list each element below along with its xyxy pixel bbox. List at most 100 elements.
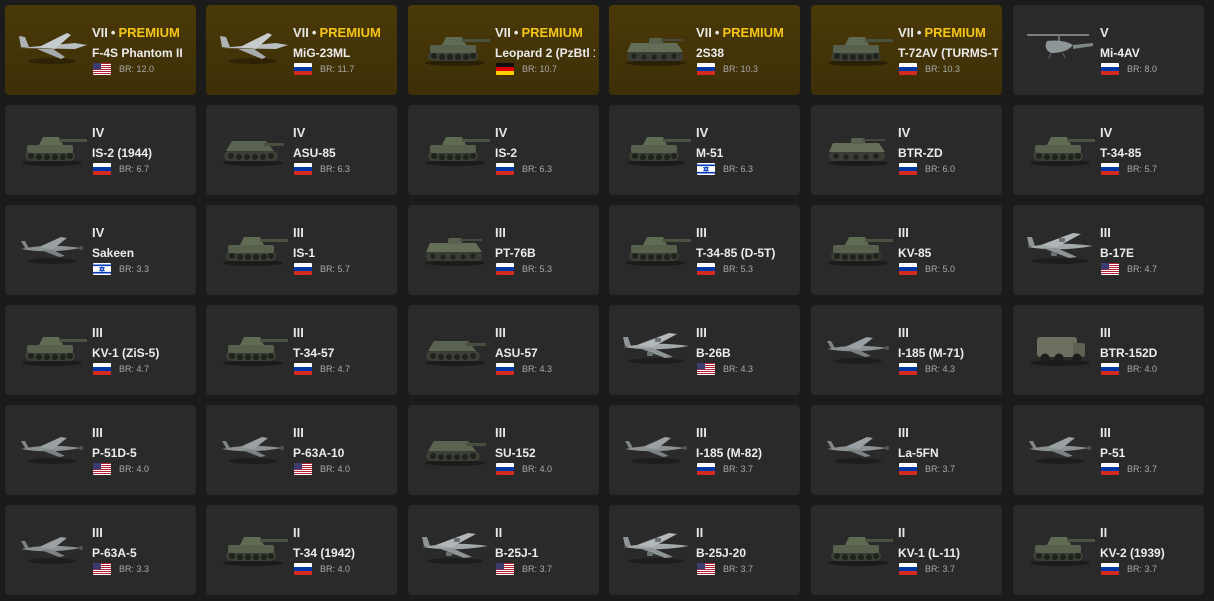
vehicle-card[interactable]: III SU-152 BR: 4.0 xyxy=(408,405,599,495)
vehicle-rank: III xyxy=(696,425,707,440)
vehicle-card[interactable]: II KV-1 (L-11) BR: 3.7 xyxy=(811,505,1002,595)
br-prefix: BR: xyxy=(925,264,941,274)
battle-rating: BR: 5.3 xyxy=(522,264,552,274)
ussr-flag-icon xyxy=(899,563,917,575)
br-value: 4.0 xyxy=(539,464,553,474)
vehicle-card[interactable]: VII • PREMIUM F-4S Phantom II BR: 12.0 xyxy=(5,5,196,95)
rank-numeral: III xyxy=(293,325,304,340)
br-prefix: BR: xyxy=(522,464,538,474)
rank-numeral: IV xyxy=(293,125,306,140)
vehicle-card[interactable]: III IS-1 BR: 5.7 xyxy=(206,205,397,295)
br-value: 11.7 xyxy=(337,64,355,74)
vehicle-card[interactable]: III P-51 BR: 3.7 xyxy=(1013,405,1204,495)
rank-numeral: II xyxy=(293,525,301,540)
ussr-flag-icon xyxy=(1101,163,1119,175)
br-prefix: BR: xyxy=(320,64,336,74)
ussr-flag-icon xyxy=(697,63,715,75)
vehicle-card[interactable]: IV T-34-85 BR: 5.7 xyxy=(1013,105,1204,195)
vehicle-name: T-34-85 xyxy=(1100,146,1142,160)
rank-numeral: III xyxy=(293,425,304,440)
ussr-flag-icon xyxy=(899,263,917,275)
plane-icon xyxy=(15,423,89,469)
premium-label: PREMIUM xyxy=(118,25,180,40)
vehicle-card[interactable]: III P-51D-5 BR: 4.0 xyxy=(5,405,196,495)
vehicle-card[interactable]: III I-185 (M-82) BR: 3.7 xyxy=(609,405,800,495)
vehicle-name: Mi-4AV xyxy=(1100,46,1140,60)
rank-numeral: VII xyxy=(293,25,309,40)
vehicle-rank: III xyxy=(696,325,707,340)
battle-rating: BR: 10.7 xyxy=(522,64,557,74)
vehicle-card[interactable]: III I-185 (M-71) BR: 4.3 xyxy=(811,305,1002,395)
vehicle-card[interactable]: III B-17E BR: 4.7 xyxy=(1013,205,1204,295)
vehicle-card[interactable]: III T-34-57 BR: 4.7 xyxy=(206,305,397,395)
vehicle-name: P-51D-5 xyxy=(92,446,137,460)
br-value: 3.3 xyxy=(136,564,150,574)
vehicle-card[interactable]: V Mi-4AV BR: 8.0 xyxy=(1013,5,1204,95)
vehicle-name: 2S38 xyxy=(696,46,725,60)
rank-numeral: III xyxy=(898,225,909,240)
vehicle-card[interactable]: VII • PREMIUM MiG-23ML BR: 11.7 xyxy=(206,5,397,95)
rank-numeral: III xyxy=(696,325,707,340)
vehicle-card[interactable]: IV M-51 BR: 6.3 xyxy=(609,105,800,195)
plane-icon xyxy=(821,323,895,369)
battle-rating: BR: 3.3 xyxy=(119,264,149,274)
vehicle-card[interactable]: III La-5FN BR: 3.7 xyxy=(811,405,1002,495)
usa-flag-icon xyxy=(93,563,111,575)
vehicle-name: ASU-57 xyxy=(495,346,538,360)
br-prefix: BR: xyxy=(522,364,538,374)
vehicle-card[interactable]: III P-63A-10 BR: 4.0 xyxy=(206,405,397,495)
vehicle-card[interactable]: II B-25J-20 BR: 3.7 xyxy=(609,505,800,595)
vehicle-name: I-185 (M-71) xyxy=(898,346,965,360)
vehicle-card[interactable]: IV ASU-85 BR: 6.3 xyxy=(206,105,397,195)
vehicle-card[interactable]: IV IS-2 (1944) BR: 6.7 xyxy=(5,105,196,195)
ifv-icon xyxy=(619,23,693,69)
vehicle-card[interactable]: III ASU-57 BR: 4.3 xyxy=(408,305,599,395)
battle-rating: BR: 10.3 xyxy=(925,64,960,74)
vehicle-card[interactable]: II KV-2 (1939) BR: 3.7 xyxy=(1013,505,1204,595)
vehicle-rank: III xyxy=(898,325,909,340)
vehicle-card[interactable]: III PT-76B BR: 5.3 xyxy=(408,205,599,295)
battle-rating: BR: 3.7 xyxy=(723,564,753,574)
vehicle-card[interactable]: IV BTR-ZD BR: 6.0 xyxy=(811,105,1002,195)
vehicle-card[interactable]: III BTR-152D BR: 4.0 xyxy=(1013,305,1204,395)
vehicle-card[interactable]: III T-34-85 (D-5T) BR: 5.3 xyxy=(609,205,800,295)
vehicle-rank: III xyxy=(495,325,506,340)
br-value: 3.7 xyxy=(942,464,956,474)
rank-numeral: III xyxy=(1100,225,1111,240)
vehicle-rank: VII • PREMIUM xyxy=(696,25,784,40)
br-prefix: BR: xyxy=(723,464,739,474)
ussr-flag-icon xyxy=(294,63,312,75)
vehicle-card[interactable]: III B-26B BR: 4.3 xyxy=(609,305,800,395)
premium-label: PREMIUM xyxy=(924,25,986,40)
vehicle-card[interactable]: III P-63A-5 BR: 3.3 xyxy=(5,505,196,595)
br-prefix: BR: xyxy=(320,364,336,374)
ussr-flag-icon xyxy=(496,363,514,375)
vehicle-card[interactable]: IV IS-2 BR: 6.3 xyxy=(408,105,599,195)
vehicle-card[interactable]: VII•PREMIUM Leopard 2 (PzBtl 12 BR: 10.7 xyxy=(408,5,599,95)
br-prefix: BR: xyxy=(925,364,941,374)
vehicle-card[interactable]: VII • PREMIUM 2S38 BR: 10.3 xyxy=(609,5,800,95)
battle-rating: BR: 3.7 xyxy=(522,564,552,574)
ussr-flag-icon xyxy=(899,163,917,175)
vehicle-card[interactable]: VII • PREMIUM T-72AV (TURMS-T) BR: 10.3 xyxy=(811,5,1002,95)
tank-icon xyxy=(619,123,693,169)
battle-rating: BR: 4.7 xyxy=(1127,264,1157,274)
vehicle-name: KV-1 (L-11) xyxy=(898,546,961,560)
rank-separator: • xyxy=(311,25,317,40)
tank-icon xyxy=(821,523,895,569)
vehicle-name: KV-1 (ZiS-5) xyxy=(92,346,160,360)
vehicle-card[interactable]: II B-25J-1 BR: 3.7 xyxy=(408,505,599,595)
vehicle-rank: II xyxy=(1100,525,1107,540)
vehicle-card[interactable]: IV Sakeen BR: 3.3 xyxy=(5,205,196,295)
battle-rating: BR: 4.0 xyxy=(1127,364,1157,374)
rank-numeral: IV xyxy=(92,225,105,240)
vehicle-rank: III xyxy=(898,225,909,240)
rank-numeral: III xyxy=(92,525,103,540)
vehicle-card[interactable]: III KV-85 BR: 5.0 xyxy=(811,205,1002,295)
vehicle-rank: VII • PREMIUM xyxy=(898,25,986,40)
br-value: 4.3 xyxy=(740,364,754,374)
vehicle-card[interactable]: II T-34 (1942) BR: 4.0 xyxy=(206,505,397,595)
vehicle-card[interactable]: III KV-1 (ZiS-5) BR: 4.7 xyxy=(5,305,196,395)
spg-icon xyxy=(418,323,492,369)
rank-numeral: II xyxy=(898,525,906,540)
